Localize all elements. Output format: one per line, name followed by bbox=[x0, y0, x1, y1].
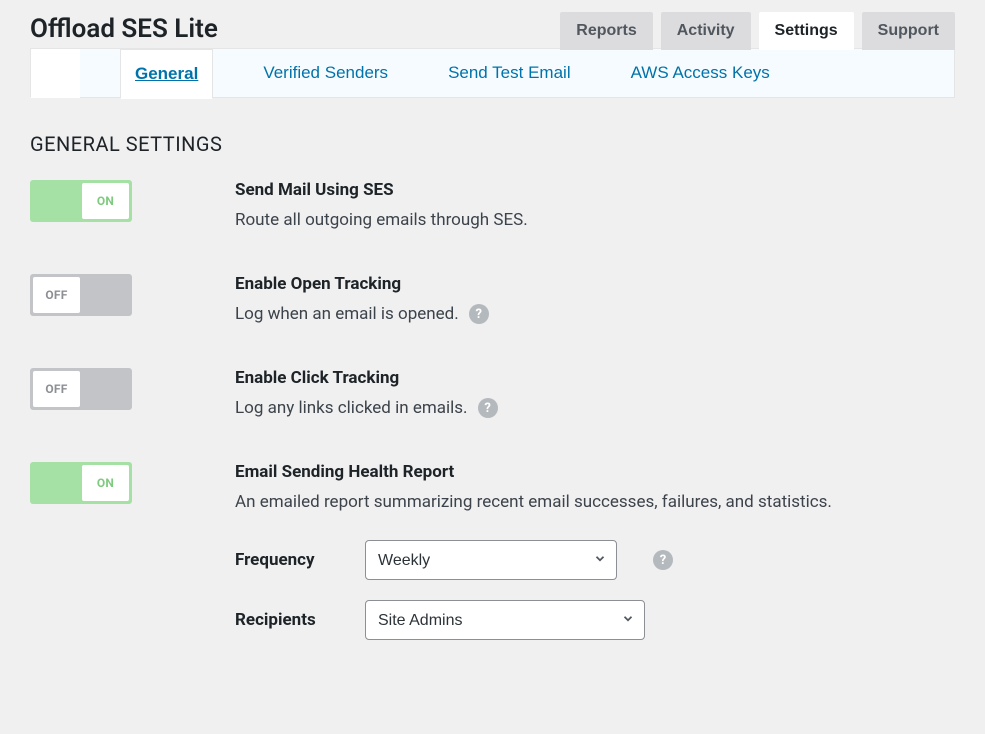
tab-reports[interactable]: Reports bbox=[560, 12, 652, 50]
help-icon[interactable]: ? bbox=[469, 304, 489, 324]
setting-health-report: ON Email Sending Health Report An emaile… bbox=[30, 462, 955, 660]
setting-desc-health-report: An emailed report summarizing recent ema… bbox=[235, 492, 955, 512]
tab-activity[interactable]: Activity bbox=[661, 12, 751, 50]
select-recipients[interactable]: Site Admins bbox=[365, 600, 645, 640]
setting-title-send-ses: Send Mail Using SES bbox=[235, 180, 955, 200]
help-icon[interactable]: ? bbox=[653, 550, 673, 570]
setting-desc-open-tracking: Log when an email is opened. bbox=[235, 304, 459, 324]
sub-nav-spacer bbox=[30, 48, 80, 98]
toggle-open-tracking[interactable]: OFF bbox=[30, 274, 132, 316]
help-icon[interactable]: ? bbox=[478, 398, 498, 418]
setting-desc-click-tracking: Log any links clicked in emails. bbox=[235, 398, 468, 418]
select-frequency[interactable]: Weekly bbox=[365, 540, 617, 580]
label-recipients: Recipients bbox=[235, 610, 329, 630]
toggle-knob: OFF bbox=[33, 277, 80, 313]
setting-desc-send-ses: Route all outgoing emails through SES. bbox=[235, 210, 955, 230]
sub-nav-send-test-email[interactable]: Send Test Email bbox=[438, 51, 581, 95]
field-recipients: Recipients Site Admins bbox=[235, 600, 955, 640]
toggle-knob: ON bbox=[82, 465, 129, 501]
setting-open-tracking: OFF Enable Open Tracking Log when an ema… bbox=[30, 274, 955, 324]
setting-send-ses: ON Send Mail Using SES Route all outgoin… bbox=[30, 180, 955, 230]
label-frequency: Frequency bbox=[235, 550, 329, 570]
toggle-click-tracking[interactable]: OFF bbox=[30, 368, 132, 410]
toggle-knob: OFF bbox=[33, 371, 80, 407]
field-frequency: Frequency Weekly ? bbox=[235, 540, 955, 580]
tab-settings[interactable]: Settings bbox=[759, 12, 854, 50]
sub-nav-general[interactable]: General bbox=[120, 49, 213, 99]
toggle-health-report[interactable]: ON bbox=[30, 462, 132, 504]
page-title: Offload SES Lite bbox=[30, 10, 218, 52]
tab-support[interactable]: Support bbox=[862, 12, 955, 50]
setting-title-open-tracking: Enable Open Tracking bbox=[235, 274, 955, 294]
setting-title-health-report: Email Sending Health Report bbox=[235, 462, 955, 482]
sub-nav-aws-access-keys[interactable]: AWS Access Keys bbox=[621, 51, 780, 95]
toggle-knob: ON bbox=[82, 183, 129, 219]
sub-nav-verified-senders[interactable]: Verified Senders bbox=[253, 51, 398, 95]
setting-title-click-tracking: Enable Click Tracking bbox=[235, 368, 955, 388]
sub-nav: General Verified Senders Send Test Email… bbox=[30, 48, 955, 98]
top-tabs: Reports Activity Settings Support bbox=[560, 12, 955, 50]
section-title: GENERAL SETTINGS bbox=[30, 132, 955, 156]
toggle-send-ses[interactable]: ON bbox=[30, 180, 132, 222]
setting-click-tracking: OFF Enable Click Tracking Log any links … bbox=[30, 368, 955, 418]
